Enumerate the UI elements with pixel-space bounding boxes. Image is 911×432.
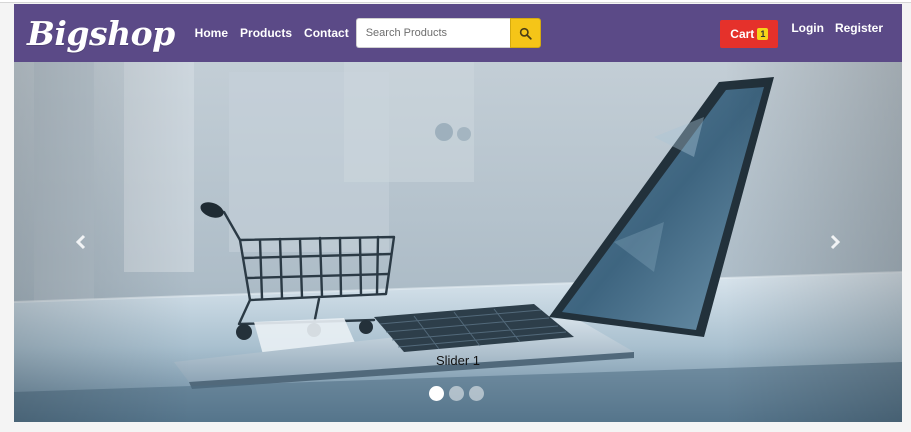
register-link[interactable]: Register bbox=[835, 21, 883, 35]
chevron-right-icon bbox=[830, 234, 841, 250]
carousel-prev-button[interactable] bbox=[69, 230, 93, 254]
carousel-indicator-3[interactable] bbox=[469, 386, 484, 401]
cart-count-badge: 1 bbox=[757, 28, 769, 40]
nav-link-home[interactable]: Home bbox=[195, 26, 228, 40]
chevron-left-icon bbox=[75, 234, 86, 250]
login-link[interactable]: Login bbox=[791, 21, 824, 35]
brand-logo[interactable]: Bigshop bbox=[27, 17, 175, 50]
search-input[interactable] bbox=[355, 18, 510, 48]
navbar: Bigshop Home Products Contact Cart 1 Log… bbox=[14, 4, 902, 62]
carousel-indicator-1[interactable] bbox=[429, 386, 444, 401]
nav-link-products[interactable]: Products bbox=[240, 26, 292, 40]
search-icon bbox=[519, 27, 532, 40]
slide-image bbox=[14, 62, 902, 422]
page: Bigshop Home Products Contact Cart 1 Log… bbox=[0, 0, 911, 432]
cart-label: Cart bbox=[730, 27, 755, 41]
nav-links: Home Products Contact bbox=[195, 26, 349, 40]
carousel-indicator-2[interactable] bbox=[449, 386, 464, 401]
auth-links: Login Register bbox=[791, 21, 883, 35]
carousel-caption: Slider 1 bbox=[435, 353, 481, 368]
search-form bbox=[355, 18, 541, 48]
right-nav: Cart 1 Login Register bbox=[720, 18, 883, 48]
carousel-next-button[interactable] bbox=[823, 230, 847, 254]
cart-button[interactable]: Cart 1 bbox=[720, 20, 779, 48]
window-top-border bbox=[0, 0, 911, 3]
search-button[interactable] bbox=[509, 18, 541, 48]
nav-link-contact[interactable]: Contact bbox=[304, 26, 349, 40]
hero-carousel[interactable]: Slider 1 bbox=[14, 62, 902, 422]
carousel-indicators bbox=[429, 386, 484, 401]
